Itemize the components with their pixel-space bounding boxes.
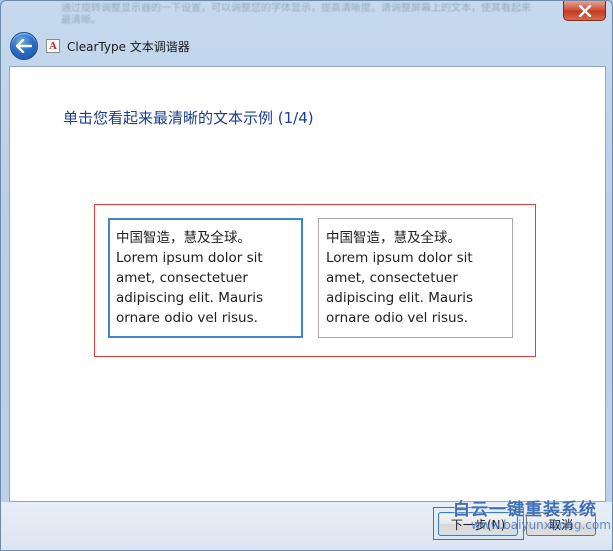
navigation-bar: A ClearType 文本调谐器 [1, 29, 612, 65]
sample-chinese-text: 中国智造，慧及全球。 [326, 230, 461, 246]
close-button[interactable] [563, 1, 606, 21]
cleartype-tuner-window: 通过旋转调整显示器的一下设置，可以调整您的字体显示，提高清晰度。请调整屏幕上的文… [0, 0, 613, 551]
back-arrow-icon [16, 39, 32, 53]
cleartype-icon: A [46, 39, 60, 53]
background-window-text: 通过旋转调整显示器的一下设置，可以调整您的字体显示，提高清晰度。请调整屏幕上的文… [61, 3, 531, 26]
cancel-button[interactable]: 取消 [526, 512, 596, 536]
window-title: ClearType 文本调谐器 [67, 40, 190, 54]
close-icon [578, 4, 591, 17]
sample-chinese-text: 中国智造，慧及全球。 [116, 230, 251, 246]
wizard-footer: 下一步(N) 取消 [1, 502, 612, 550]
wizard-content: 单击您看起来最清晰的文本示例 (1/4) 中国智造，慧及全球。 Lorem ip… [9, 66, 606, 502]
sample-latin-text: Lorem ipsum dolor sit amet, consectetuer… [116, 250, 264, 326]
next-button[interactable]: 下一步(N) [438, 512, 518, 536]
sample-latin-text: Lorem ipsum dolor sit amet, consectetuer… [326, 250, 474, 326]
page-heading: 单击您看起来最清晰的文本示例 (1/4) [63, 109, 314, 127]
back-button[interactable] [10, 32, 38, 60]
text-sample-2[interactable]: 中国智造，慧及全球。 Lorem ipsum dolor sit amet, c… [318, 218, 513, 338]
text-sample-1[interactable]: 中国智造，慧及全球。 Lorem ipsum dolor sit amet, c… [108, 218, 303, 338]
